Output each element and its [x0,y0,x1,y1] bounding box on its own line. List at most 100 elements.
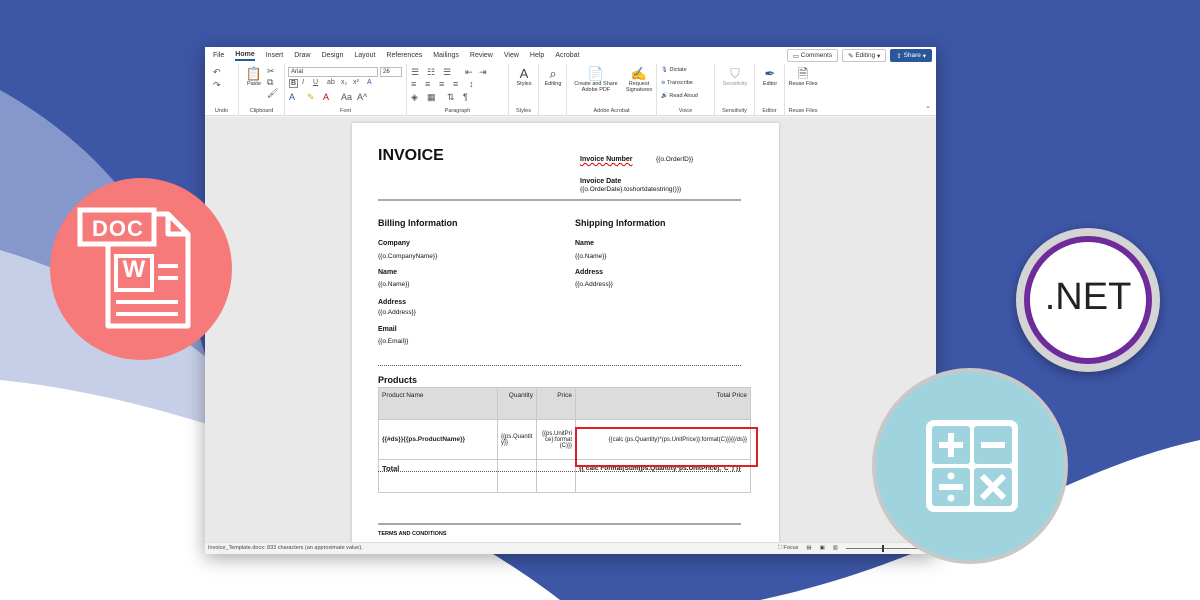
cell-product-name: {{#ds}}{{ps.ProductName}} [378,419,498,460]
show-marks-icon[interactable]: ¶ [463,92,468,102]
undo-icon[interactable]: ↶ [213,67,221,78]
menu-layout[interactable]: Layout [354,52,375,59]
multilevel-list-icon[interactable]: ☰ [443,67,451,78]
sort-icon[interactable]: ⇅ [447,92,455,103]
bullets-icon[interactable]: ☰ [411,67,419,78]
menu-draw[interactable]: Draw [294,52,310,59]
underline-icon[interactable]: U [313,79,318,86]
billing-company-label: Company [378,240,410,247]
menu-references[interactable]: References [386,52,422,59]
divider [378,523,741,525]
calculator-icon [926,420,1018,512]
decrease-indent-icon[interactable]: ⇤ [465,67,473,78]
cell-price: {{ps.UnitPrice}:format(C)}} [536,419,576,460]
print-layout-icon[interactable]: ▣ [820,543,825,554]
billing-address-label: Address [378,299,407,306]
menu-review[interactable]: Review [470,52,493,59]
menu-help[interactable]: Help [530,52,544,59]
copy-icon[interactable]: ⧉ [267,77,273,88]
strikethrough-icon[interactable]: ab [327,79,335,86]
cell-empty [497,459,537,493]
undo-group: ↶ ↷ Undo [205,64,239,116]
read-aloud-button[interactable]: 🔊 Read Aloud [661,93,698,99]
transcribe-button[interactable]: ≋ Transcribe [661,80,693,86]
grow-font-icon[interactable]: A^ [357,92,367,102]
styles-button[interactable]: A Styles [511,66,537,87]
speaker-icon: 🔊 [661,93,668,99]
numbering-icon[interactable]: ☷ [427,67,435,78]
collapse-ribbon-icon[interactable]: ⌄ [925,102,931,110]
font-size-select[interactable]: 26 [380,67,402,77]
dotnet-label: .NET [1044,276,1132,318]
comments-button[interactable]: ▭ Comments [786,49,839,62]
align-right-icon[interactable]: ≡ [439,79,444,89]
shading-icon[interactable]: ◈ [411,92,418,103]
borders-icon[interactable]: ▦ [427,92,436,103]
header-quantity: Quantity [497,387,537,420]
pdf-icon: 📄 [587,66,605,81]
menu-file[interactable]: File [213,52,224,59]
italic-icon[interactable]: I [302,79,304,86]
increase-indent-icon[interactable]: ⇥ [479,67,487,78]
dotnet-badge: .NET [1016,228,1160,372]
editor-button[interactable]: ✒ Editor [757,66,783,87]
sensitivity-button[interactable]: ⛉ Sensitivity [717,66,753,87]
menu-mailings[interactable]: Mailings [433,52,459,59]
document-page[interactable]: INVOICE Invoice Number {{o.OrderID}} Inv… [352,123,779,543]
cut-icon[interactable]: ✂ [267,66,275,77]
highlight-box [575,427,758,467]
justify-icon[interactable]: ≡ [453,79,458,89]
text-effects-icon[interactable]: A [367,79,372,86]
focus-icon: ⛶ [778,545,782,551]
cell-empty [536,459,576,493]
billing-email-label: Email [378,326,397,333]
focus-button[interactable]: ⛶ Focus [778,543,798,554]
paragraph-group: ☰ ☷ ☰ ⇤ ⇥ ≡ ≡ ≡ ≡ ↕ ◈ ▦ ⇅ ¶ Paragraph [407,64,509,116]
superscript-icon[interactable]: x² [353,79,359,86]
dotted-divider [378,471,741,472]
menu-design[interactable]: Design [322,52,344,59]
editor-group: ✒ Editor Editor [755,64,785,116]
align-center-icon[interactable]: ≡ [425,79,430,89]
reuse-files-button[interactable]: 🗎 Reuse Files [787,66,819,87]
align-left-icon[interactable]: ≡ [411,79,416,89]
change-case-icon[interactable]: Aa [341,92,352,102]
dictate-button[interactable]: 🎙 Dictate [661,67,687,73]
menu-insert[interactable]: Insert [266,52,284,59]
editing-group: ⌕ Editing [539,64,567,116]
clipboard-icon: 📋 [245,66,263,81]
calculator-badge [872,368,1068,564]
styles-group: A Styles Styles [509,64,539,116]
paste-button[interactable]: 📋 Paste [243,66,265,87]
sensitivity-group: ⛉ Sensitivity Sensitivity [715,64,755,116]
header-product-name: Product Name [378,387,498,420]
adobe-acrobat-group: 📄 Create and Share Adobe PDF ✍ Request Sig… [567,64,657,116]
format-painter-icon[interactable]: 🖌 [267,88,278,99]
editing-mode-button[interactable]: ✎ Editing ▾ [842,49,887,62]
menu-acrobat[interactable]: Acrobat [555,52,579,59]
create-share-pdf-button[interactable]: 📄 Create and Share Adobe PDF [569,66,623,93]
subscript-icon[interactable]: x₂ [341,79,347,86]
text-effect-icon[interactable]: A [289,92,295,102]
web-layout-icon[interactable]: ▥ [833,543,838,554]
invoice-number-field: {{o.OrderID}} [656,156,694,163]
font-color-icon[interactable]: A [323,92,329,102]
billing-name-label: Name [378,269,398,276]
sensitivity-icon: ⛉ [730,66,740,81]
bold-icon[interactable]: B [289,79,298,88]
doc-badge: DOC W [50,178,232,360]
invoice-title: INVOICE [378,147,444,164]
signature-icon: ✍ [630,66,648,81]
menu-view[interactable]: View [504,52,519,59]
share-button[interactable]: ⇪ Share ▾ [890,49,932,62]
shipping-title: Shipping Information [575,218,666,228]
font-name-select[interactable]: Arial [288,67,378,77]
line-spacing-icon[interactable]: ↕ [469,79,474,89]
request-signatures-button[interactable]: ✍ Request Signatures [623,66,655,93]
status-text: Invoice_Template.docx: 833 characters (a… [208,545,363,551]
redo-icon[interactable]: ↷ [213,80,221,91]
highlight-icon[interactable]: ✎ [307,92,315,103]
editing-button[interactable]: ⌕ Editing [540,66,566,87]
menu-home[interactable]: Home [235,51,255,61]
read-mode-icon[interactable]: ▤ [806,543,811,554]
